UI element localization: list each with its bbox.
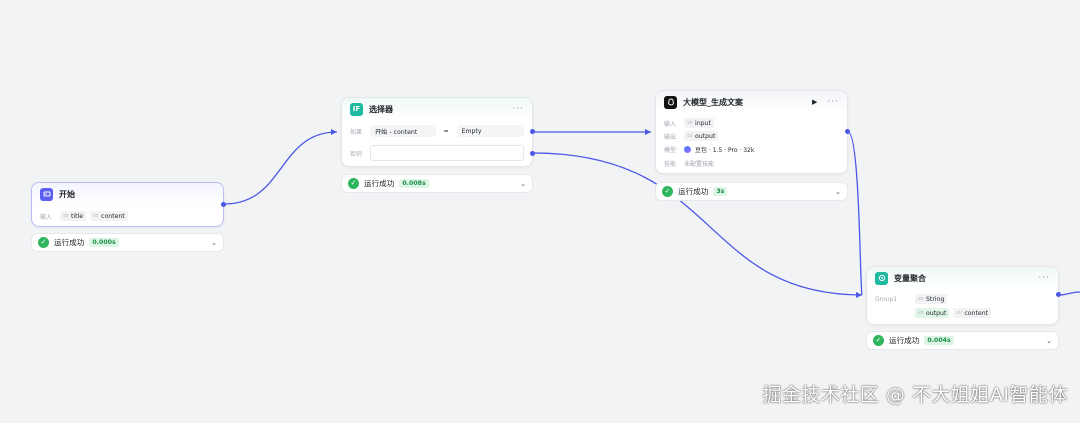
- start-output-port[interactable]: [221, 202, 226, 207]
- group-label: Group1: [875, 295, 898, 303]
- status-time: 0.000s: [89, 238, 119, 247]
- aggregator-group-row: Group1 str String: [867, 294, 1058, 304]
- arrow-selector: [331, 129, 337, 135]
- param-tag-input: str input: [684, 118, 714, 128]
- status-text: 运行成功: [678, 187, 709, 196]
- selector-node-header: IF 选择器 ···: [342, 98, 532, 120]
- aggregate-icon: [875, 271, 888, 285]
- status-time: 0.004s: [924, 336, 954, 345]
- llm-model-row: 模型 豆包 · 1.5 · Pro · 32k: [656, 145, 847, 154]
- start-input-label: 输入: [40, 213, 53, 221]
- more-icon[interactable]: ···: [512, 104, 524, 114]
- var-tag-content: str content: [953, 308, 992, 318]
- llm-model-value: 豆包 · 1.5 · Pro · 32k: [695, 147, 755, 154]
- llm-node[interactable]: 大模型_生成文案 ▶ ··· 输入 str input 输出 str output …: [655, 90, 848, 174]
- selector-else-port[interactable]: [530, 151, 535, 156]
- if-icon: IF: [350, 102, 363, 116]
- llm-output-port[interactable]: [845, 129, 850, 134]
- llm-output-label: 输出: [664, 133, 677, 141]
- chevron-down-icon[interactable]: ⌄: [211, 239, 217, 247]
- param-tag-output: str output: [684, 131, 719, 141]
- edge-else-aggregator: [532, 152, 863, 296]
- start-status-bar[interactable]: ✓ 运行成功 0.000s ⌄: [31, 233, 224, 252]
- success-check-icon: ✓: [873, 335, 884, 346]
- start-node-title: 开始: [59, 189, 75, 199]
- chevron-down-icon[interactable]: ⌄: [520, 180, 526, 188]
- workflow-canvas[interactable]: 开始 输入 str title str content ✓ 运行成功 0.000s …: [0, 0, 1080, 423]
- status-text: 运行成功: [54, 238, 85, 247]
- success-check-icon: ✓: [38, 237, 49, 248]
- doubao-logo-icon: [684, 146, 691, 153]
- condition-left-field[interactable]: 开始 - content: [370, 125, 436, 137]
- group-type-tag: str String: [915, 294, 948, 304]
- condition-right-field[interactable]: Empty: [456, 125, 524, 137]
- watermark: 掘金技术社区 @ 不大姐姐AI智能体: [762, 384, 1068, 406]
- play-icon[interactable]: ▶: [812, 98, 817, 106]
- llm-skill-value: 未配置技能: [684, 161, 715, 168]
- llm-input-row: 输入 str input: [656, 118, 847, 128]
- llm-skill-row: 技能 未配置技能: [656, 159, 847, 168]
- aggregator-output-port[interactable]: [1056, 292, 1061, 297]
- if-label: 如果: [350, 128, 363, 136]
- more-icon[interactable]: ···: [827, 97, 839, 107]
- selector-status-bar[interactable]: ✓ 运行成功 0.008s ⌄: [341, 174, 533, 193]
- else-field[interactable]: [370, 145, 524, 161]
- edge-aggregator-out: [1058, 291, 1080, 296]
- llm-skill-label: 技能: [664, 161, 677, 168]
- llm-node-title: 大模型_生成文案: [683, 97, 743, 107]
- selector-node[interactable]: IF 选择器 ··· 如果 开始 - content = Empty 否则: [341, 97, 533, 167]
- chevron-down-icon[interactable]: ⌄: [1046, 337, 1052, 345]
- status-time: 3s: [713, 187, 728, 196]
- status-text: 运行成功: [889, 336, 920, 345]
- aggregator-vars-row: str output str content: [867, 308, 1058, 318]
- param-tag-title: str title: [60, 211, 87, 221]
- more-icon[interactable]: ···: [1038, 273, 1050, 283]
- aggregator-node[interactable]: 变量聚合 ··· Group1 str String str output str c…: [866, 266, 1059, 325]
- aggregator-status-bar[interactable]: ✓ 运行成功 0.004s ⌄: [866, 331, 1059, 350]
- selector-else-row: 否则: [342, 145, 532, 161]
- condition-operator[interactable]: =: [439, 125, 453, 137]
- status-text: 运行成功: [364, 179, 395, 188]
- llm-input-label: 输入: [664, 120, 677, 128]
- start-node-header: 开始: [32, 183, 223, 205]
- start-input-row: 输入 str title str content: [32, 211, 223, 221]
- start-node[interactable]: 开始 输入 str title str content: [31, 182, 224, 227]
- llm-node-header: 大模型_生成文案 ▶ ···: [656, 91, 847, 113]
- start-icon: [40, 187, 53, 201]
- success-check-icon: ✓: [662, 186, 673, 197]
- status-time: 0.008s: [399, 179, 429, 188]
- selector-if-port[interactable]: [530, 129, 535, 134]
- llm-icon: [664, 95, 677, 109]
- else-label: 否则: [350, 150, 363, 158]
- arrow-aggregator: [856, 292, 862, 298]
- param-tag-content: str content: [90, 211, 128, 221]
- aggregator-node-header: 变量聚合 ···: [867, 267, 1058, 289]
- var-tag-output: str output: [915, 308, 950, 318]
- success-check-icon: ✓: [348, 178, 359, 189]
- edge-start-selector: [223, 131, 338, 205]
- arrow-llm: [645, 129, 651, 135]
- aggregator-node-title: 变量聚合: [894, 273, 926, 283]
- llm-status-bar[interactable]: ✓ 运行成功 3s ⌄: [655, 182, 848, 201]
- edge-llm-aggregator: [847, 131, 863, 296]
- llm-model-label: 模型: [664, 147, 677, 154]
- llm-output-row: 输出 str output: [656, 131, 847, 141]
- chevron-down-icon[interactable]: ⌄: [835, 188, 841, 196]
- selector-node-title: 选择器: [369, 104, 393, 114]
- selector-condition-row: 如果 开始 - content = Empty: [342, 125, 532, 137]
